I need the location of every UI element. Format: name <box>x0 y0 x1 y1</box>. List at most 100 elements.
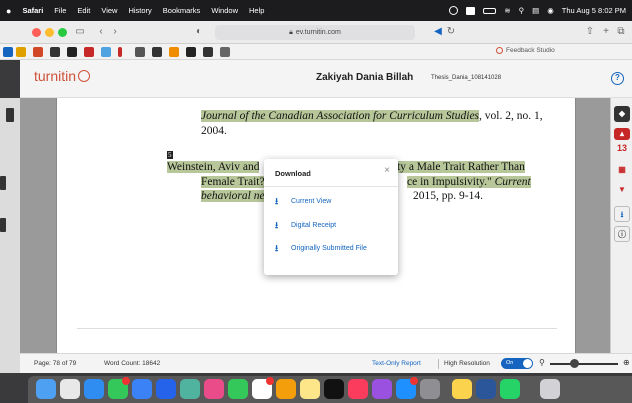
siri-icon[interactable]: ◉ <box>547 6 554 15</box>
zoom-slider[interactable] <box>550 359 618 368</box>
wifi-icon[interactable]: ≋ <box>504 6 510 15</box>
app-store-badge <box>410 377 418 385</box>
download-current-view-button[interactable]: ⭳ Current View <box>275 197 331 206</box>
app-store-icon[interactable] <box>396 377 418 399</box>
help-icon[interactable]: ? <box>611 72 624 85</box>
notes-icon[interactable] <box>300 379 320 399</box>
bookmark-icon-7[interactable] <box>118 47 122 57</box>
word-icon[interactable] <box>476 379 496 399</box>
high-resolution-toggle[interactable]: On <box>501 358 533 369</box>
music-icon[interactable] <box>348 379 368 399</box>
menu-safari[interactable]: Safari <box>22 6 43 15</box>
layers-icon[interactable]: ◆ <box>614 106 630 122</box>
menu-history[interactable]: History <box>128 6 151 15</box>
bookmark-icon-2[interactable] <box>33 47 43 57</box>
search-icon[interactable]: ⚲ <box>519 6 525 15</box>
zoom-out-icon[interactable]: ⚲ <box>539 358 545 367</box>
bookmark-grid-icon[interactable] <box>3 47 13 57</box>
bookmark-icon-5[interactable] <box>84 47 94 57</box>
new-tab-icon[interactable]: + <box>600 26 612 38</box>
journal-name[interactable]: Journal of the Canadian Association for … <box>201 110 480 122</box>
bookmark-icon-9[interactable] <box>152 47 162 57</box>
forward-icon[interactable]: › <box>109 26 121 38</box>
minimize-window-button[interactable] <box>45 28 54 37</box>
mail-icon[interactable] <box>132 379 152 399</box>
menu-window[interactable]: Window <box>211 6 238 15</box>
reminders-icon[interactable] <box>156 379 176 399</box>
side-handle-icon[interactable] <box>6 108 14 122</box>
ref-line-3-left[interactable]: behavioral neu <box>201 190 271 202</box>
download-icon[interactable]: ⭳ <box>614 206 630 222</box>
similarity-header-icon[interactable]: ▴ <box>614 128 630 140</box>
launchpad-icon[interactable] <box>60 379 80 399</box>
ref-line-1-left[interactable]: Weinstein, Aviv and <box>167 161 260 173</box>
bookmark-icon-4[interactable] <box>67 47 77 57</box>
menu-file[interactable]: File <box>54 6 66 15</box>
privacy-shield-icon[interactable]: ◐ <box>193 26 205 38</box>
safari-icon[interactable] <box>84 379 104 399</box>
match-marker[interactable]: 5 <box>167 151 173 159</box>
photos-icon[interactable] <box>204 379 224 399</box>
menu-bookmarks[interactable]: Bookmarks <box>163 6 201 15</box>
dialog-divider <box>264 186 398 187</box>
lock-icon: 🔒︎ <box>289 28 293 36</box>
facetime-icon[interactable] <box>228 379 248 399</box>
info-icon[interactable]: ⓘ <box>614 226 630 242</box>
match-count-badge[interactable]: 13 <box>614 140 630 156</box>
share-icon[interactable]: ⇧ <box>584 26 596 38</box>
download-digital-receipt-button[interactable]: ⭳ Digital Receipt <box>275 221 336 230</box>
ref-line-1-right[interactable]: ty a Male Trait Rather Than <box>397 161 525 173</box>
zoom-in-icon[interactable]: ⊕ <box>623 358 630 367</box>
zoom-slider-handle[interactable] <box>570 359 579 368</box>
menu-edit[interactable]: Edit <box>77 6 90 15</box>
bookmark-icon-3[interactable] <box>50 47 60 57</box>
bookmark-icon-10[interactable] <box>169 47 179 57</box>
bookmark-icon-1[interactable] <box>16 47 26 57</box>
battery-icon[interactable] <box>483 7 497 14</box>
close-icon[interactable]: × <box>384 165 390 176</box>
apple-icon[interactable]: ● <box>6 6 11 16</box>
messages-icon[interactable] <box>108 377 130 399</box>
ref-line-2-left[interactable]: Female Trait? <box>201 176 265 188</box>
control-center-icon[interactable]: ▤ <box>532 6 539 15</box>
text-only-report-link[interactable]: Text-Only Report <box>372 360 421 367</box>
stickies-icon[interactable] <box>452 379 472 399</box>
whatsapp-icon[interactable] <box>500 379 520 399</box>
podcasts-icon[interactable] <box>372 379 392 399</box>
contacts-icon[interactable] <box>276 379 296 399</box>
tab-overview-icon[interactable]: ⧉ <box>615 26 627 38</box>
paper-title: Thesis_Dania_108141028 <box>431 75 502 81</box>
bookmark-icon-13[interactable] <box>220 47 230 57</box>
trash-icon[interactable] <box>540 379 560 399</box>
word-count: Word Count: 18642 <box>104 360 161 367</box>
finder-icon[interactable] <box>36 379 56 399</box>
apple-tv-icon[interactable] <box>324 379 344 399</box>
zoom-window-button[interactable] <box>58 28 67 37</box>
close-window-button[interactable] <box>32 28 41 37</box>
system-preferences-icon[interactable] <box>420 379 440 399</box>
download-original-file-button[interactable]: ⭳ Originally Submitted File <box>275 244 367 253</box>
ref-line-3-right: 2015, pp. 9-14. <box>413 190 483 202</box>
download-dialog: Download × ⭳ Current View ⭳ Digital Rece… <box>264 159 398 275</box>
audio-icon[interactable]: ◀︎ <box>432 26 444 38</box>
match-list-icon[interactable]: ▦ <box>614 162 630 178</box>
background-window <box>0 98 20 373</box>
sidebar-icon[interactable]: ▭ <box>74 26 86 38</box>
clock[interactable]: Thu Aug 5 8:02 PM <box>562 6 626 15</box>
maps-icon[interactable] <box>180 379 200 399</box>
calendar-icon[interactable] <box>252 377 274 399</box>
reload-icon[interactable]: ↻ <box>445 26 457 38</box>
active-tab[interactable]: Feedback Studio <box>496 47 555 54</box>
filter-icon[interactable]: ▼ <box>614 182 630 198</box>
bookmark-icon-8[interactable] <box>135 47 145 57</box>
bookmark-icon-6[interactable] <box>101 47 111 57</box>
menu-view[interactable]: View <box>101 6 117 15</box>
back-icon[interactable]: ‹ <box>95 26 107 38</box>
address-bar[interactable]: 🔒︎ ev.turnitin.com <box>215 25 415 40</box>
ref-line-2-right[interactable]: ce in Impulsivity." Current <box>407 176 531 188</box>
bookmark-icon-11[interactable] <box>186 47 196 57</box>
record-icon[interactable] <box>449 6 459 15</box>
bookmark-icon-12[interactable] <box>203 47 213 57</box>
menu-help[interactable]: Help <box>249 6 264 15</box>
keyboard-icon[interactable] <box>466 6 476 15</box>
